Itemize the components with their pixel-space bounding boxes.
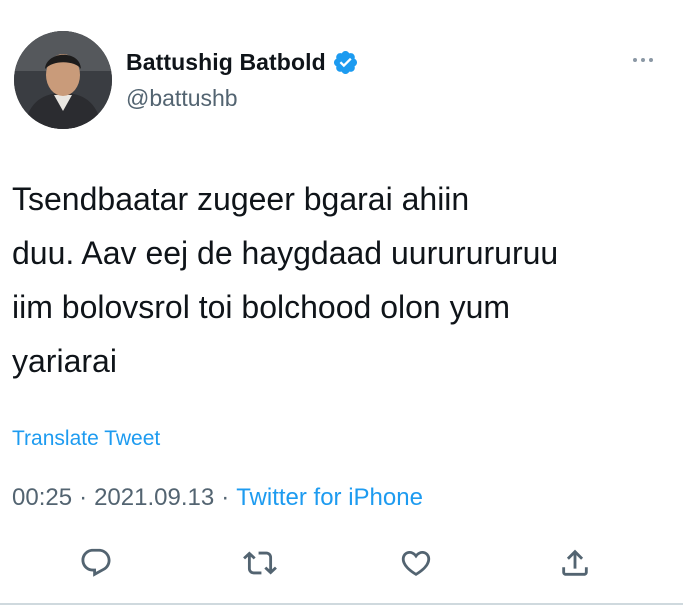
avatar-image bbox=[14, 31, 112, 129]
reply-button[interactable] bbox=[76, 543, 116, 583]
like-button[interactable] bbox=[396, 543, 436, 583]
avatar[interactable] bbox=[14, 31, 112, 129]
author-name-row[interactable]: Battushig Batbold bbox=[126, 49, 359, 76]
retweet-icon bbox=[243, 551, 277, 575]
share-button[interactable] bbox=[555, 543, 595, 583]
author-name[interactable]: Battushig Batbold bbox=[126, 49, 326, 76]
tweet-text: Tsendbaatar zugeer bgarai ahiin duu. Aav… bbox=[12, 181, 559, 379]
separator: · bbox=[221, 484, 230, 511]
author-handle[interactable]: @battushb bbox=[126, 85, 238, 112]
retweet-button[interactable] bbox=[240, 543, 280, 583]
tweet-actions bbox=[0, 543, 683, 583]
translate-tweet-link[interactable]: Translate Tweet bbox=[12, 427, 160, 451]
share-icon bbox=[562, 549, 588, 576]
reply-icon bbox=[81, 548, 111, 577]
verified-badge-icon bbox=[332, 49, 359, 76]
like-icon bbox=[401, 550, 431, 576]
tweet-date[interactable]: 2021.09.13 bbox=[94, 484, 214, 512]
tweet-source[interactable]: Twitter for iPhone bbox=[236, 484, 423, 512]
tweet-metadata: 00:25 · 2021.09.13 · Twitter for iPhone bbox=[12, 484, 423, 512]
separator: · bbox=[79, 484, 88, 511]
tweet-card: Battushig Batbold @battushb Tsendbaatar … bbox=[0, 0, 683, 605]
more-options-icon[interactable] bbox=[633, 58, 653, 62]
tweet-time[interactable]: 00:25 bbox=[12, 484, 72, 512]
